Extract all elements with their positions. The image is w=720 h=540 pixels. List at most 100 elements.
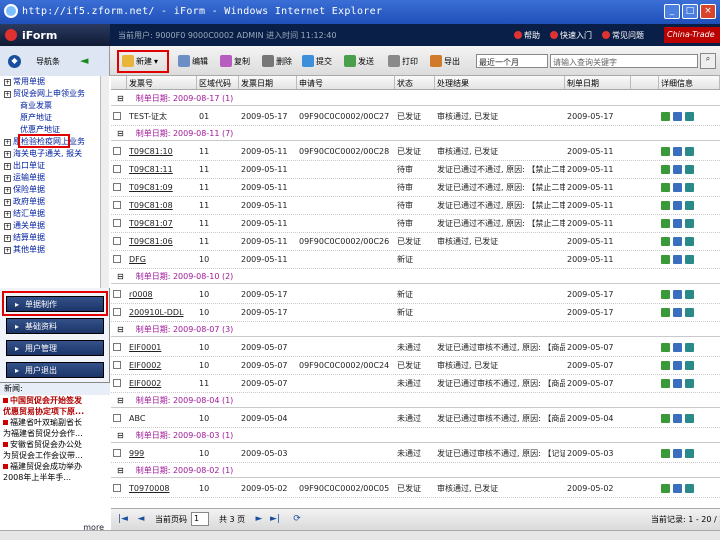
prev-page-button[interactable]: ◄	[135, 514, 147, 526]
expand-icon[interactable]: +	[4, 223, 11, 230]
view-doc-icon[interactable]	[673, 413, 682, 423]
news-item[interactable]: 2008年上半年手...	[0, 472, 110, 483]
expand-icon[interactable]: +	[4, 79, 11, 86]
tree-item[interactable]: + 海关电子通关, 报关	[0, 148, 110, 160]
expand-icon[interactable]: +	[4, 139, 11, 146]
tree-item[interactable]: 原产地证	[0, 112, 110, 124]
table-row[interactable]: T09C81:06 11 2009-05-11 09F90C0C0002/00C26 已…	[111, 233, 720, 251]
next-page-button[interactable]: ►	[253, 514, 265, 526]
cell-inv[interactable]: T09C81:06	[127, 237, 197, 246]
column-header[interactable]: 申请号	[297, 76, 395, 89]
collapse-icon[interactable]: ⊟	[117, 431, 124, 440]
row-checkbox[interactable]	[113, 237, 121, 245]
expand-icon[interactable]: +	[4, 91, 11, 98]
view-doc-icon[interactable]	[673, 307, 682, 317]
menu-base-data[interactable]: ▸ 基础资料	[6, 318, 104, 334]
tree-item[interactable]: + 保险单据	[0, 184, 110, 196]
view-doc-icon[interactable]	[673, 236, 682, 246]
group-header[interactable]: ⊟ 制单日期: 2009-08-03 (1)	[111, 428, 720, 443]
detail-icon[interactable]	[685, 200, 694, 210]
cell-inv[interactable]: ABC	[127, 414, 197, 423]
edit-doc-icon[interactable]	[661, 342, 670, 352]
expand-icon[interactable]: +	[4, 211, 11, 218]
table-row[interactable]: 99910 2009-05-03 未通过 发证已通过审核不通过, 原因: 【记证签发已…	[111, 445, 720, 463]
edit-doc-icon[interactable]	[661, 254, 670, 264]
expand-icon[interactable]: +	[4, 247, 11, 254]
cell-inv[interactable]: EIF0002	[127, 361, 197, 370]
tree-item[interactable]: + 贸促会网上申领业务	[0, 88, 110, 100]
table-row[interactable]: T09C81:11 11 2009-05-11 待审 发证已通过不通过, 原因: 【禁止…	[111, 161, 720, 179]
detail-icon[interactable]	[685, 164, 694, 174]
cell-inv[interactable]: EIF0002	[127, 379, 197, 388]
period-select[interactable]: 最近一个月	[476, 54, 548, 68]
table-row[interactable]: T09C81:08 11 2009-05-11 待审 发证已通过不通过, 原因: 【禁止…	[111, 197, 720, 215]
view-doc-icon[interactable]	[673, 200, 682, 210]
table-row[interactable]: DFG 10 2009-05-11 新证 2009-05-11	[111, 251, 720, 269]
expand-icon[interactable]: +	[4, 163, 11, 170]
row-checkbox[interactable]	[113, 201, 121, 209]
row-checkbox[interactable]	[113, 361, 121, 369]
news-item[interactable]: 为福建省贸促分会作...	[0, 428, 110, 439]
menu-user-logout[interactable]: ▸ 用户退出	[6, 362, 104, 378]
view-doc-icon[interactable]	[673, 448, 682, 458]
table-row[interactable]: TEST-证太 01 2009-05-17 09F90C0C0002/00C27 已发证…	[111, 108, 720, 126]
print-button[interactable]: 打印	[388, 53, 418, 69]
expand-icon[interactable]: +	[4, 175, 11, 182]
column-header[interactable]: 处理结果	[435, 76, 565, 89]
detail-icon[interactable]	[685, 483, 694, 493]
minimize-button[interactable]: _	[664, 4, 680, 19]
cell-inv[interactable]: DFG	[127, 255, 197, 264]
table-row[interactable]: 200910L-DDL 10 2009-05-17 新证 2009-05-17	[111, 304, 720, 322]
delete-button[interactable]: 删除	[262, 53, 292, 69]
edit-doc-icon[interactable]	[661, 360, 670, 370]
detail-icon[interactable]	[685, 378, 694, 388]
news-item[interactable]: 为贸促会工作会议带...	[0, 450, 110, 461]
tree-item[interactable]: + 运输单据	[0, 172, 110, 184]
detail-icon[interactable]	[685, 448, 694, 458]
cell-inv[interactable]: T09C81:11	[127, 165, 197, 174]
detail-icon[interactable]	[685, 342, 694, 352]
group-header[interactable]: ⊟ 制单日期: 2009-08-02 (1)	[111, 463, 720, 478]
detail-icon[interactable]	[685, 360, 694, 370]
tree-item[interactable]: + 其他单据	[0, 244, 110, 256]
row-checkbox[interactable]	[113, 484, 121, 492]
maximize-button[interactable]: □	[682, 4, 698, 19]
cell-inv[interactable]: 200910L-DDL	[127, 308, 197, 317]
edit-doc-icon[interactable]	[661, 182, 670, 192]
page-input[interactable]: 1	[191, 512, 209, 526]
column-header[interactable]: 详细信息	[659, 76, 720, 89]
column-header[interactable]: 区域代码	[197, 76, 239, 89]
close-button[interactable]: ×	[700, 4, 716, 19]
expand-icon[interactable]: +	[4, 235, 11, 242]
cell-inv[interactable]: 999	[127, 449, 197, 458]
edit-doc-icon[interactable]	[661, 289, 670, 299]
row-checkbox[interactable]	[113, 449, 121, 457]
copy-button[interactable]: 复制	[220, 53, 250, 69]
collapse-icon[interactable]: ⊟	[117, 466, 124, 475]
cell-inv[interactable]: T0970008	[127, 484, 197, 493]
view-doc-icon[interactable]	[673, 342, 682, 352]
column-header[interactable]	[111, 76, 127, 89]
row-checkbox[interactable]	[113, 255, 121, 263]
row-checkbox[interactable]	[113, 183, 121, 191]
faq-link[interactable]: 常见问题	[602, 30, 644, 41]
collapse-icon[interactable]: ⊟	[117, 94, 124, 103]
edit-doc-icon[interactable]	[661, 448, 670, 458]
edit-doc-icon[interactable]	[661, 307, 670, 317]
news-item[interactable]: 安徽省贸促会办公处	[0, 439, 110, 450]
edit-doc-icon[interactable]	[661, 146, 670, 156]
collapse-icon[interactable]: ⊟	[117, 325, 124, 334]
collapse-icon[interactable]: ⊟	[117, 129, 124, 138]
expand-icon[interactable]: +	[4, 199, 11, 206]
submit-button[interactable]: 提交	[302, 53, 332, 69]
row-checkbox[interactable]	[113, 290, 121, 298]
tree-item[interactable]: + 常用单据	[0, 76, 110, 88]
edit-doc-icon[interactable]	[661, 200, 670, 210]
column-header[interactable]: 制单日期	[565, 76, 631, 89]
group-header[interactable]: ⊟ 制单日期: 2009-08-10 (2)	[111, 269, 720, 284]
news-item[interactable]: 福建省叶双瑜副省长	[0, 417, 110, 428]
group-header[interactable]: ⊟ 制单日期: 2009-08-17 (1)	[111, 91, 720, 106]
tree-scrollbar[interactable]	[100, 76, 109, 288]
view-doc-icon[interactable]	[673, 483, 682, 493]
view-doc-icon[interactable]	[673, 218, 682, 228]
